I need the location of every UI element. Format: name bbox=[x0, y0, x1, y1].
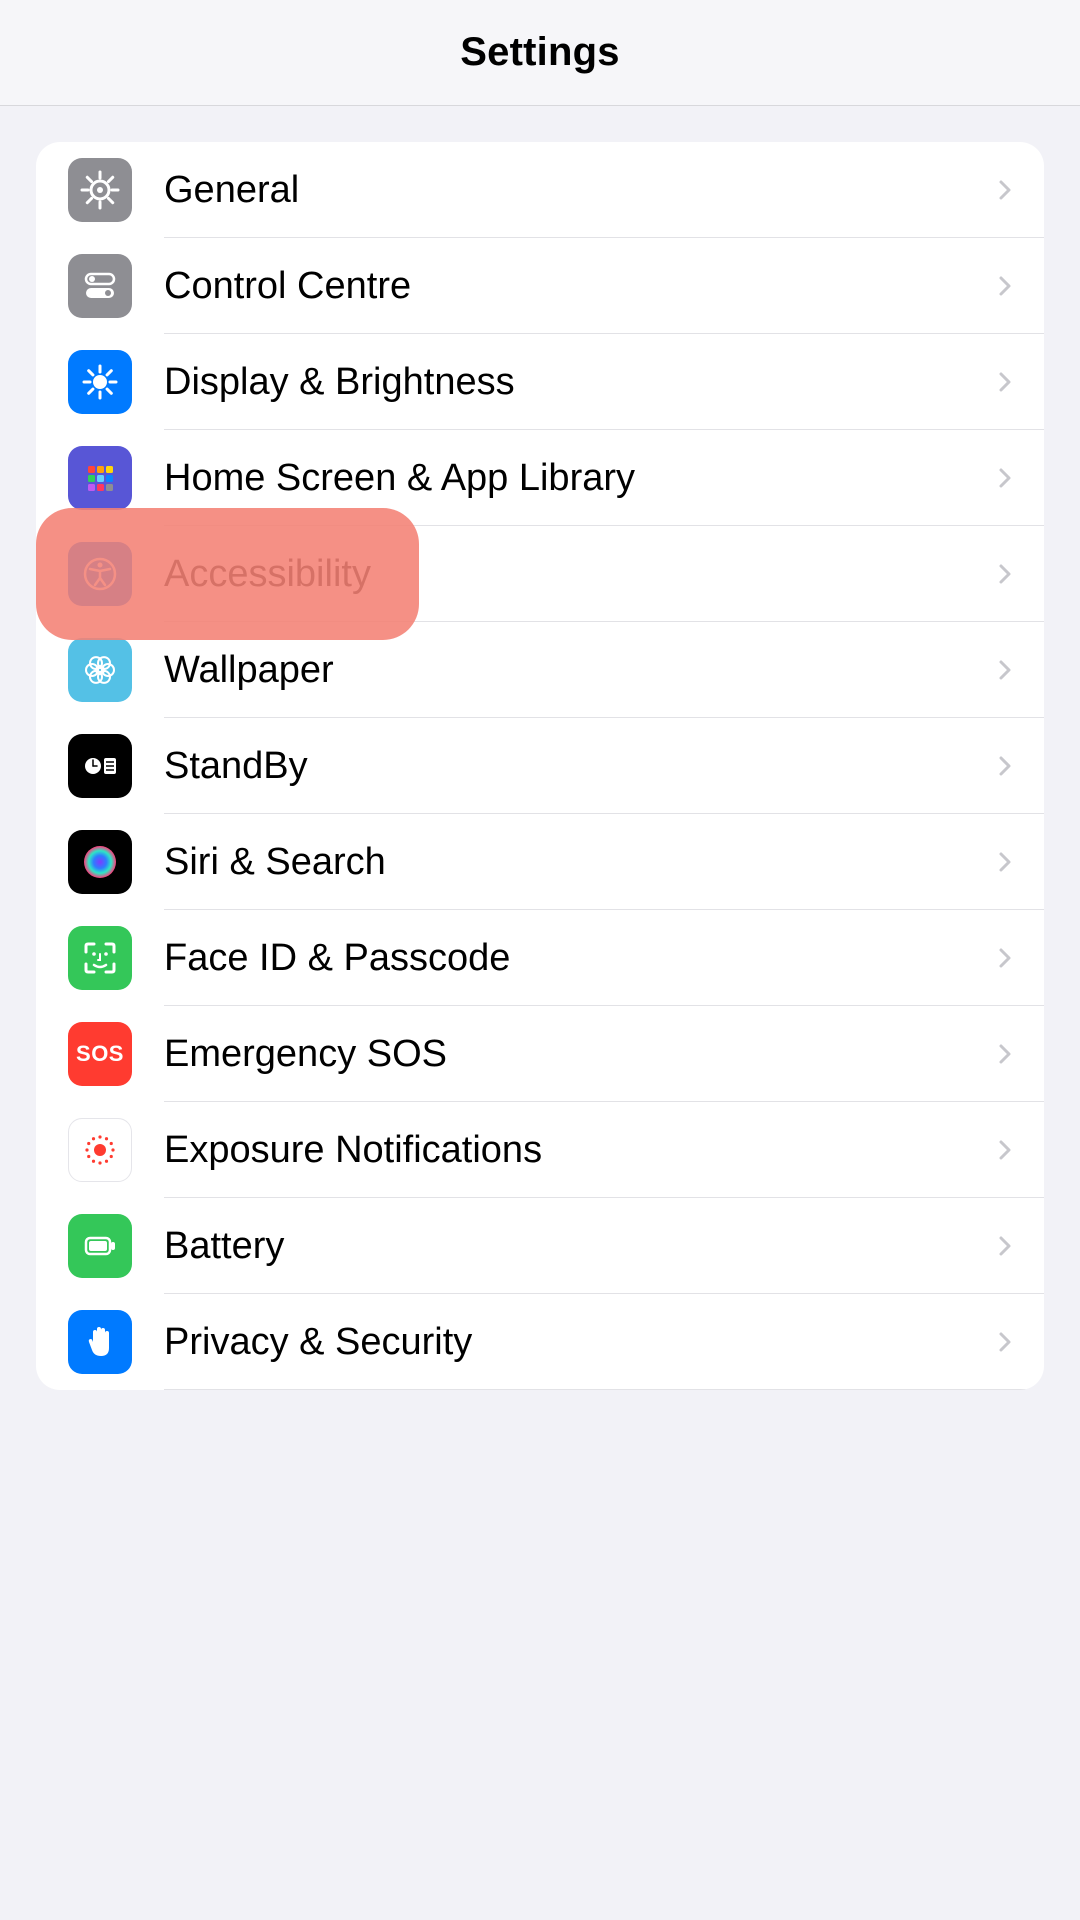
row-label: Display & Brightness bbox=[164, 361, 992, 404]
exposure-icon bbox=[68, 1118, 132, 1182]
row-label: StandBy bbox=[164, 745, 992, 788]
settings-row-siri-search[interactable]: Siri & Search bbox=[36, 814, 1044, 910]
settings-row-exposure-notif[interactable]: Exposure Notifications bbox=[36, 1102, 1044, 1198]
siri-icon bbox=[68, 830, 132, 894]
row-label: Exposure Notifications bbox=[164, 1129, 992, 1172]
chevron-right-icon bbox=[992, 272, 1020, 300]
header: Settings bbox=[0, 0, 1080, 106]
chevron-right-icon bbox=[992, 1328, 1020, 1356]
settings-row-home-screen[interactable]: Home Screen & App Library bbox=[36, 430, 1044, 526]
chevron-right-icon bbox=[992, 176, 1020, 204]
standby-icon bbox=[68, 734, 132, 798]
toggles-icon bbox=[68, 254, 132, 318]
row-label: Accessibility bbox=[164, 553, 992, 596]
hand-icon bbox=[68, 1310, 132, 1374]
row-label: Emergency SOS bbox=[164, 1033, 992, 1076]
settings-row-standby[interactable]: StandBy bbox=[36, 718, 1044, 814]
page-title: Settings bbox=[460, 30, 619, 75]
settings-row-control-centre[interactable]: Control Centre bbox=[36, 238, 1044, 334]
chevron-right-icon bbox=[992, 848, 1020, 876]
settings-row-emergency-sos[interactable]: SOS Emergency SOS bbox=[36, 1006, 1044, 1102]
row-label: Control Centre bbox=[164, 265, 992, 308]
content: General Control Centre Display & Brightnes… bbox=[0, 106, 1080, 1426]
chevron-right-icon bbox=[992, 464, 1020, 492]
row-label: General bbox=[164, 169, 992, 212]
chevron-right-icon bbox=[992, 1136, 1020, 1164]
row-label: Battery bbox=[164, 1225, 992, 1268]
row-label: Face ID & Passcode bbox=[164, 937, 992, 980]
chevron-right-icon bbox=[992, 656, 1020, 684]
app-grid-icon bbox=[68, 446, 132, 510]
battery-icon bbox=[68, 1214, 132, 1278]
settings-row-general[interactable]: General bbox=[36, 142, 1044, 238]
row-label: Wallpaper bbox=[164, 649, 992, 692]
row-label: Siri & Search bbox=[164, 841, 992, 884]
settings-row-wallpaper[interactable]: Wallpaper bbox=[36, 622, 1044, 718]
flower-icon bbox=[68, 638, 132, 702]
settings-group: General Control Centre Display & Brightnes… bbox=[36, 142, 1044, 1390]
row-label: Privacy & Security bbox=[164, 1321, 992, 1364]
settings-row-display-brightness[interactable]: Display & Brightness bbox=[36, 334, 1044, 430]
gear-icon bbox=[68, 158, 132, 222]
faceid-icon bbox=[68, 926, 132, 990]
settings-row-faceid-passcode[interactable]: Face ID & Passcode bbox=[36, 910, 1044, 1006]
accessibility-icon bbox=[68, 542, 132, 606]
chevron-right-icon bbox=[992, 368, 1020, 396]
settings-row-accessibility[interactable]: Accessibility bbox=[36, 526, 1044, 622]
chevron-right-icon bbox=[992, 752, 1020, 780]
sos-icon: SOS bbox=[68, 1022, 132, 1086]
chevron-right-icon bbox=[992, 560, 1020, 588]
separator bbox=[164, 1389, 1044, 1390]
chevron-right-icon bbox=[992, 1040, 1020, 1068]
sos-text: SOS bbox=[76, 1041, 124, 1067]
settings-row-battery[interactable]: Battery bbox=[36, 1198, 1044, 1294]
chevron-right-icon bbox=[992, 1232, 1020, 1260]
sun-icon bbox=[68, 350, 132, 414]
chevron-right-icon bbox=[992, 944, 1020, 972]
row-label: Home Screen & App Library bbox=[164, 457, 992, 500]
settings-row-privacy-security[interactable]: Privacy & Security bbox=[36, 1294, 1044, 1390]
